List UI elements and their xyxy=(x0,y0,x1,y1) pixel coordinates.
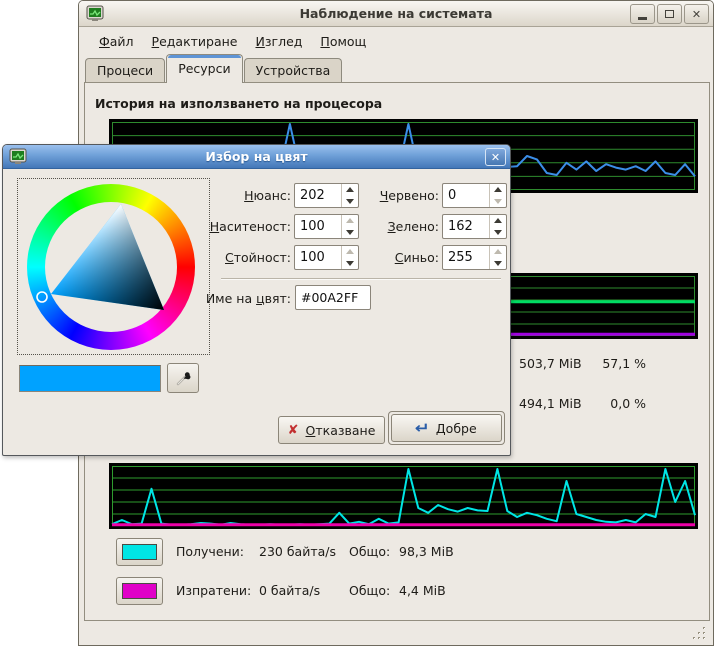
green-down-arrow[interactable] xyxy=(490,227,506,239)
main-titlebar[interactable]: Наблюдение на системата ✕ xyxy=(79,1,713,27)
saturation-label: Наситеност: xyxy=(201,219,291,234)
green-spinbox xyxy=(442,214,507,239)
eyedropper-icon xyxy=(175,370,192,387)
received-rate: 230 байта/s xyxy=(259,544,354,559)
blue-up-arrow[interactable] xyxy=(490,246,506,258)
menu-view[interactable]: Изглед xyxy=(247,30,312,53)
dialog-titlebar[interactable]: Избор на цвят ✕ xyxy=(3,145,510,169)
close-icon: ✕ xyxy=(692,8,701,21)
hue-input[interactable] xyxy=(295,184,341,207)
red-down-arrow[interactable] xyxy=(490,196,506,208)
blue-label: Синьо: xyxy=(349,250,439,265)
menubar: Файл Редактиране Изглед Помощ xyxy=(80,28,712,54)
sent-color-swatch xyxy=(122,583,157,599)
received-label: Получени: xyxy=(176,544,261,559)
received-color-swatch xyxy=(122,544,157,560)
cancel-button-label: Отказване xyxy=(306,423,376,438)
color-name-label: Име на цвят: xyxy=(183,291,291,306)
tab-devices[interactable]: Устройства xyxy=(244,58,343,83)
sv-triangle[interactable] xyxy=(18,179,211,356)
received-total-label: Общо: xyxy=(349,544,390,559)
received-total: 98,3 MiB xyxy=(399,544,454,559)
sent-total: 4,4 MiB xyxy=(399,583,446,598)
hue-selector xyxy=(37,292,47,302)
minimize-icon xyxy=(638,17,647,20)
green-up-arrow[interactable] xyxy=(490,215,506,227)
sent-label: Изпратени: xyxy=(176,583,261,598)
eyedropper-button[interactable] xyxy=(167,363,199,393)
cancel-button[interactable]: ✘ Отказване xyxy=(278,416,385,444)
close-button[interactable]: ✕ xyxy=(684,4,709,24)
cancel-x-icon: ✘ xyxy=(288,423,299,438)
blue-down-arrow[interactable] xyxy=(490,258,506,270)
tab-processes[interactable]: Процеси xyxy=(85,58,165,83)
menu-file[interactable]: Файл xyxy=(90,30,143,53)
green-label: Зелено: xyxy=(349,219,439,234)
tab-bar: Процеси Ресурси Устройства xyxy=(85,55,343,83)
saturation-input[interactable] xyxy=(295,215,341,238)
tab-resources[interactable]: Ресурси xyxy=(166,54,242,83)
ok-button-focus-ring: ↵ Добре xyxy=(388,411,505,445)
maximize-button[interactable] xyxy=(657,4,682,24)
red-up-arrow[interactable] xyxy=(490,184,506,196)
dialog-title: Избор на цвят xyxy=(3,149,510,164)
resize-grip[interactable] xyxy=(690,626,707,641)
menu-help[interactable]: Помощ xyxy=(311,30,375,53)
memory-used-percent: 57,1 % xyxy=(569,356,646,371)
blue-input[interactable] xyxy=(443,246,489,269)
blue-spinbox xyxy=(442,245,507,270)
received-color-button[interactable] xyxy=(116,538,163,566)
maximize-icon xyxy=(665,10,674,18)
red-label: Червено: xyxy=(349,188,439,203)
sent-color-button[interactable] xyxy=(116,577,163,605)
red-spinbox xyxy=(442,183,507,208)
hue-label: Нюанс: xyxy=(201,188,291,203)
color-picker-dialog: Избор на цвят ✕ xyxy=(2,144,511,456)
cpu-section-title: История на използването на процесора xyxy=(95,96,382,111)
ok-enter-icon: ↵ xyxy=(415,419,430,437)
separator xyxy=(221,278,501,280)
green-input[interactable] xyxy=(443,215,489,238)
color-wheel-widget[interactable] xyxy=(17,178,210,355)
close-icon: ✕ xyxy=(491,151,500,164)
network-history-chart xyxy=(109,463,698,529)
ok-button-label: Добре xyxy=(436,421,477,436)
selected-color-preview xyxy=(19,365,161,392)
window-title: Наблюдение на системата xyxy=(79,6,713,21)
color-name-input[interactable] xyxy=(295,285,371,310)
value-input[interactable] xyxy=(295,246,341,269)
dialog-close-button[interactable]: ✕ xyxy=(485,148,506,166)
ok-button[interactable]: ↵ Добре xyxy=(391,414,502,442)
menu-edit[interactable]: Редактиране xyxy=(143,30,247,53)
sent-rate: 0 байта/s xyxy=(259,583,354,598)
red-input[interactable] xyxy=(443,184,489,207)
swap-used-percent: 0,0 % xyxy=(569,396,646,411)
sent-total-label: Общо: xyxy=(349,583,390,598)
value-label: Стойност: xyxy=(201,250,291,265)
minimize-button[interactable] xyxy=(630,4,655,24)
